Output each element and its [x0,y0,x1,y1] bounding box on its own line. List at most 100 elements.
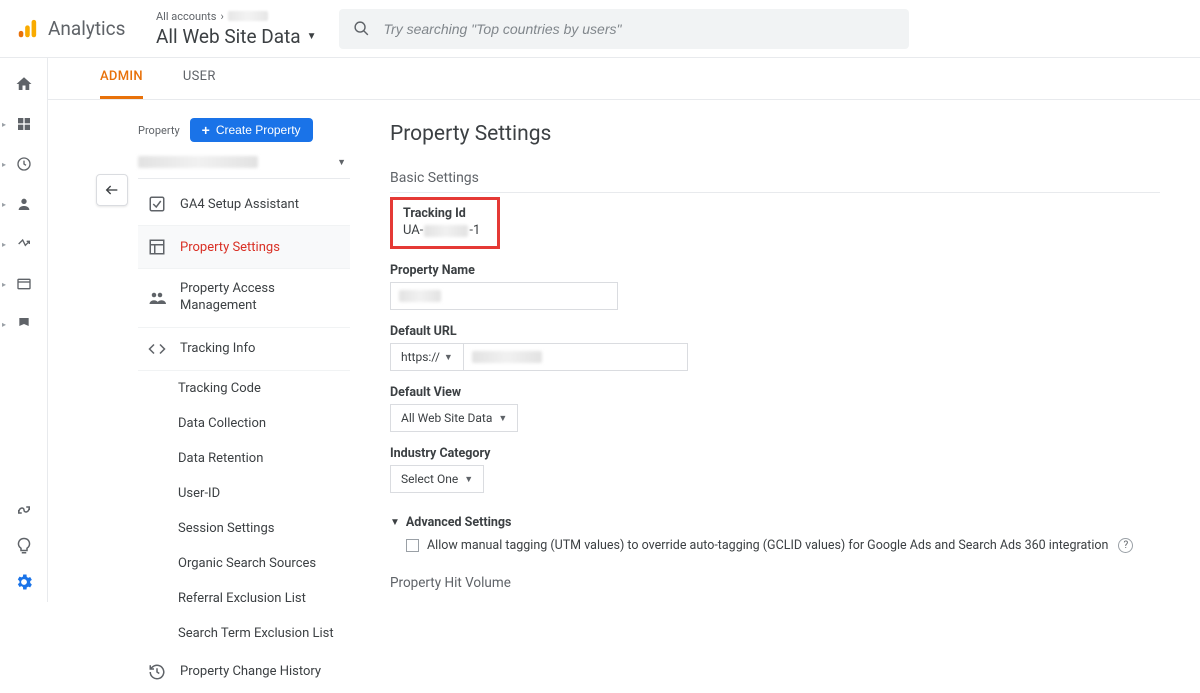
tab-user[interactable]: USER [183,69,216,99]
rail-acquisition[interactable]: ▸ [10,234,38,254]
sub-referral-exclusion[interactable]: Referral Exclusion List [178,581,350,616]
tab-admin[interactable]: ADMIN [100,69,143,99]
rail-attribution[interactable] [10,500,38,520]
default-url-row: https:// ▼ [390,343,1160,371]
tracking-id-value: UA- -1 [403,223,487,238]
sub-organic-sources[interactable]: Organic Search Sources [178,546,350,581]
advanced-settings-toggle[interactable]: ▼ Advanced Settings [390,515,1160,530]
nav-change-history[interactable]: Property Change History [138,651,350,693]
search-input[interactable] [384,21,895,37]
sub-searchterm-exclusion[interactable]: Search Term Exclusion List [178,616,350,651]
plus-icon: + [202,123,210,137]
triangle-down-icon: ▼ [390,517,400,528]
nav-label: Tracking Info [180,341,255,356]
default-view-label: Default View [390,385,1160,400]
protocol-value: https:// [401,350,440,364]
default-url-input[interactable] [464,343,688,371]
sub-tracking-code[interactable]: Tracking Code [178,371,350,406]
advanced-settings-label: Advanced Settings [406,515,512,530]
check-square-icon [148,195,166,213]
account-name-redacted [228,11,268,21]
layout-icon [148,238,166,256]
property-hit-volume-header: Property Hit Volume [390,575,1160,591]
caret-down-icon: ▼ [307,31,317,42]
rail-audience[interactable]: ▸ [10,194,38,214]
property-name-redacted [138,156,258,168]
property-header: Property + Create Property [138,118,350,142]
code-icon [148,340,166,358]
property-name-input[interactable] [390,282,618,310]
logo[interactable]: Analytics [16,17,156,40]
page-title: Property Settings [390,122,1160,146]
search-box[interactable] [339,9,909,49]
rail-admin[interactable] [10,572,38,592]
property-column: Property + Create Property ▼ GA4 [138,118,350,693]
caret-down-icon: ▼ [498,413,507,424]
rail-realtime[interactable]: ▸ [10,154,38,174]
tracking-id-suffix: -1 [469,223,480,238]
search-icon [353,20,370,38]
rail-discover[interactable] [10,536,38,556]
basic-settings-header: Basic Settings [390,170,1160,193]
property-name-redacted [399,290,441,302]
manual-tagging-row: Allow manual tagging (UTM values) to ove… [406,538,1160,553]
industry-value: Select One [401,472,458,486]
chevron-right-icon: › [220,10,223,23]
nav-property-settings[interactable]: Property Settings [138,226,350,269]
protocol-select[interactable]: https:// ▼ [390,343,464,371]
view-name: All Web Site Data [156,25,301,48]
create-property-button[interactable]: + Create Property [190,118,313,142]
tracking-id-redacted [424,225,468,237]
tracking-id-prefix: UA- [403,223,423,238]
nav-ga4-assistant[interactable]: GA4 Setup Assistant [138,183,350,226]
manual-tagging-checkbox[interactable] [406,539,419,552]
breadcrumb-prefix: All accounts [156,10,216,23]
sub-user-id[interactable]: User-ID [178,476,350,511]
default-url-label: Default URL [390,324,1160,339]
left-rail: ▸ ▸ ▸ ▸ ▸ ▸ [0,58,48,602]
nav-label: Property Access Management [180,281,340,315]
main-layout: ▸ ▸ ▸ ▸ ▸ ▸ [0,58,1200,693]
default-view-select[interactable]: All Web Site Data ▼ [390,404,518,432]
app-header: Analytics All accounts › All Web Site Da… [0,0,1200,58]
settings-panel: Property Settings Basic Settings Trackin… [350,118,1200,693]
property-name-label: Property Name [390,263,1160,278]
rail-conversions[interactable]: ▸ [10,314,38,334]
create-property-label: Create Property [216,123,301,137]
industry-select[interactable]: Select One ▼ [390,465,484,493]
industry-label: Industry Category [390,446,1160,461]
rail-behavior[interactable]: ▸ [10,274,38,294]
property-label: Property [138,124,180,137]
history-icon [148,663,166,681]
content: ADMIN USER Property + Create Property ▼ [48,58,1200,693]
rail-reports[interactable]: ▸ [10,114,38,134]
sub-data-collection[interactable]: Data Collection [178,406,350,441]
caret-down-icon: ▼ [444,352,453,363]
property-selector[interactable]: ▼ [138,150,350,179]
default-view-value: All Web Site Data [401,411,492,425]
default-url-redacted [472,351,542,363]
rail-home[interactable] [10,74,38,94]
sub-session-settings[interactable]: Session Settings [178,511,350,546]
nav-access-management[interactable]: Property Access Management [138,269,350,328]
help-icon[interactable]: ? [1118,538,1133,553]
nav-label: Property Change History [180,664,321,679]
nav-tracking-info[interactable]: Tracking Info [138,328,350,371]
admin-tabs: ADMIN USER [48,58,1200,100]
sub-data-retention[interactable]: Data Retention [178,441,350,476]
back-button[interactable] [96,174,128,206]
tracking-id-label: Tracking Id [403,206,487,221]
analytics-logo-icon [16,18,38,40]
tracking-sublist: Tracking Code Data Collection Data Reten… [138,371,350,651]
product-name: Analytics [48,17,125,40]
nav-label: Property Settings [180,240,280,255]
account-selector[interactable]: All accounts › All Web Site Data ▼ [156,10,317,48]
people-icon [148,289,166,307]
caret-down-icon: ▼ [464,474,473,485]
manual-tagging-label: Allow manual tagging (UTM values) to ove… [427,538,1108,553]
nav-label: GA4 Setup Assistant [180,197,299,212]
caret-down-icon: ▼ [337,157,346,168]
admin-body: Property + Create Property ▼ GA4 [48,100,1200,693]
breadcrumb: All accounts › [156,10,317,23]
view-title: All Web Site Data ▼ [156,25,317,48]
